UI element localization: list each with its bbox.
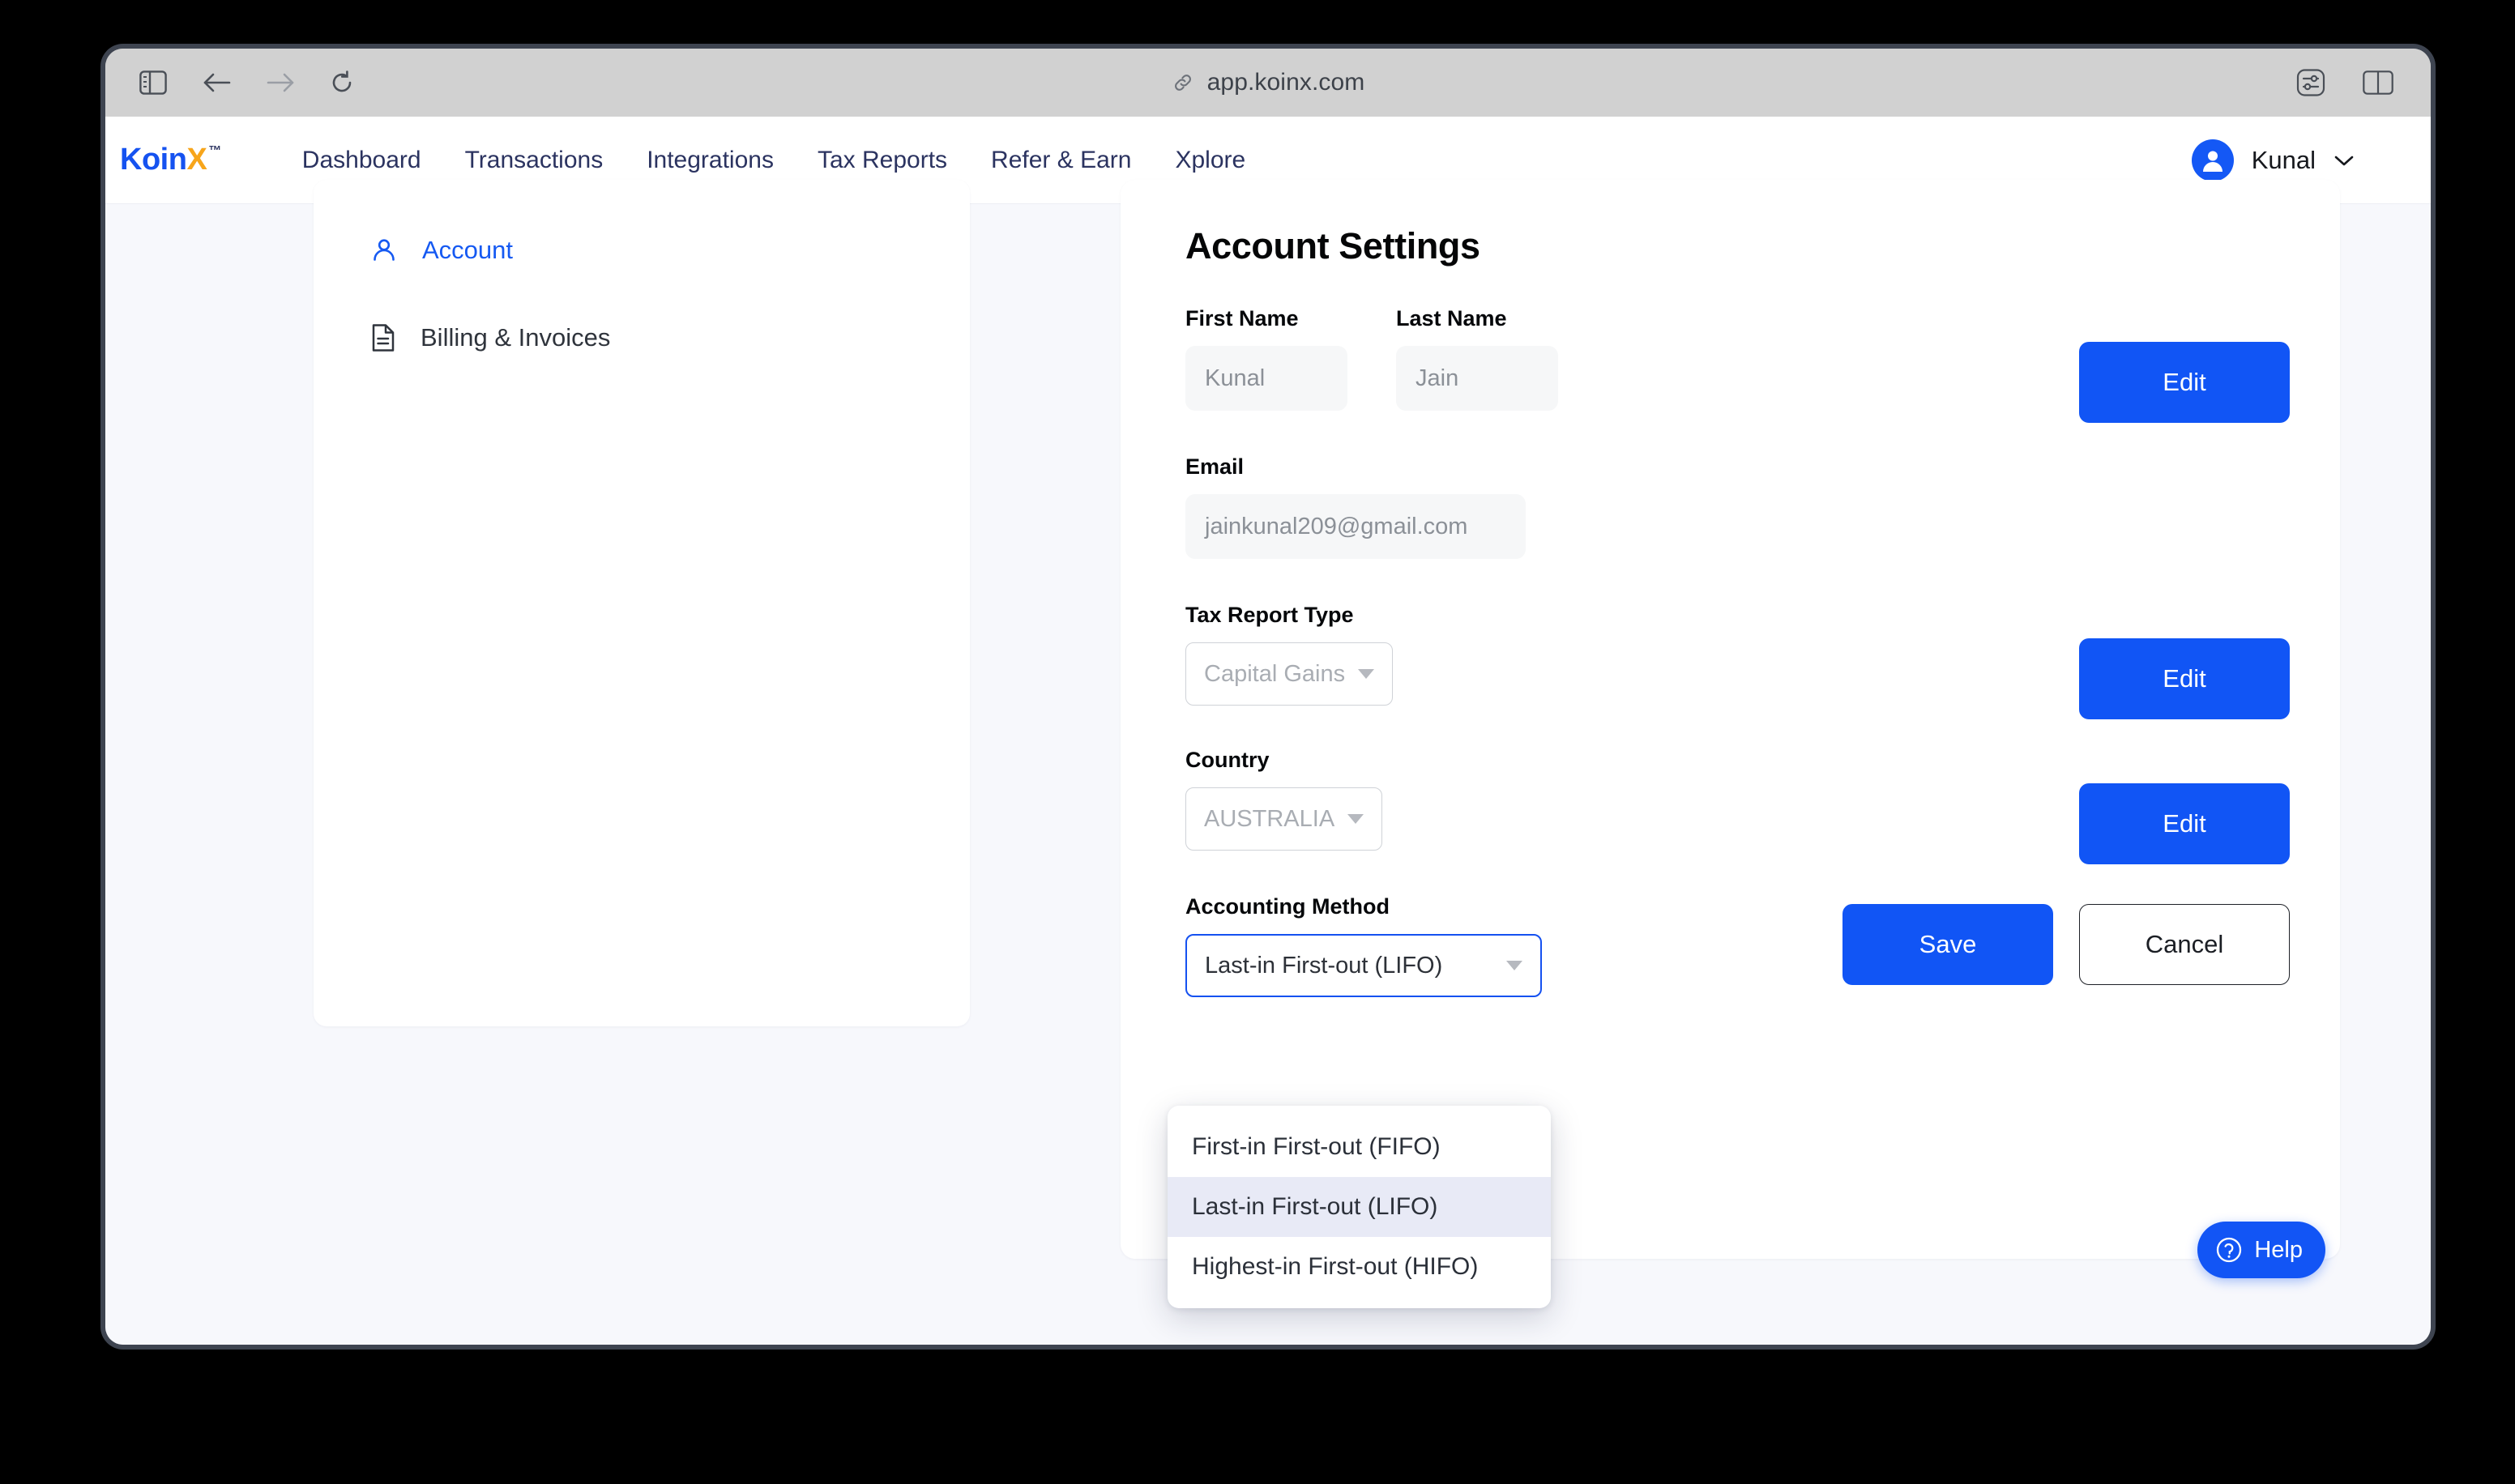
accounting-method-dropdown: First-in First-out (FIFO) Last-in First-… <box>1168 1106 1551 1308</box>
accounting-method-label: Accounting Method <box>1185 894 1542 919</box>
brand-trademark: ™ <box>208 144 221 159</box>
accounting-method-field-group: Accounting Method Last-in First-out (LIF… <box>1185 894 1542 997</box>
dropdown-option-lifo[interactable]: Last-in First-out (LIFO) <box>1168 1177 1551 1237</box>
toolbar-right-controls <box>2296 69 2393 96</box>
accounting-method-select[interactable]: Last-in First-out (LIFO) <box>1185 934 1542 997</box>
last-name-field-group: Last Name Jain <box>1396 306 1558 411</box>
email-field-group: Email jainkunal209@gmail.com <box>1185 454 1526 559</box>
first-name-field-group: First Name Kunal <box>1185 306 1347 411</box>
save-cancel-group: Save Cancel <box>1842 904 2290 985</box>
sidebar-item-account[interactable]: Account <box>314 225 970 275</box>
edit-tax-report-type-button[interactable]: Edit <box>2079 638 2290 719</box>
document-icon <box>370 323 396 352</box>
nav-item-xplore[interactable]: Xplore <box>1175 147 1245 174</box>
browser-window: app.koinx.com <box>105 49 2431 1345</box>
brand-accent-letter: X <box>186 143 207 177</box>
country-row: Country AUSTRALIA Edit <box>1185 748 2290 851</box>
chevron-down-icon <box>1506 961 1522 970</box>
content-area: Account Billing & Invoices <box>105 204 2431 1345</box>
tax-report-type-value: Capital Gains <box>1204 661 1345 688</box>
country-select[interactable]: AUSTRALIA <box>1185 787 1382 851</box>
nav-item-transactions[interactable]: Transactions <box>465 147 604 174</box>
first-name-input[interactable]: Kunal <box>1185 346 1347 411</box>
country-value: AUSTRALIA <box>1204 806 1334 833</box>
chevron-down-icon <box>1347 814 1364 824</box>
sidebar-item-billing-label: Billing & Invoices <box>421 323 610 352</box>
sidebar-toggle-icon[interactable] <box>139 70 167 95</box>
link-icon <box>1172 71 1194 94</box>
save-button[interactable]: Save <box>1842 904 2053 985</box>
nav-item-integrations[interactable]: Integrations <box>647 147 774 174</box>
dropdown-option-fifo[interactable]: First-in First-out (FIFO) <box>1168 1117 1551 1177</box>
tax-report-type-label: Tax Report Type <box>1185 603 1393 628</box>
name-row: First Name Kunal Last Name Jain Edit <box>1185 306 2290 411</box>
chevron-down-icon <box>1358 669 1374 679</box>
chevron-down-icon <box>2334 154 2355 167</box>
nav-item-refer-earn[interactable]: Refer & Earn <box>991 147 1131 174</box>
question-circle-icon <box>2215 1236 2243 1264</box>
help-button-label: Help <box>2254 1237 2303 1264</box>
accounting-method-row: Accounting Method Last-in First-out (LIF… <box>1185 894 2290 997</box>
tab-overview-icon[interactable] <box>2363 70 2393 95</box>
country-label: Country <box>1185 748 1382 773</box>
country-field-group: Country AUSTRALIA <box>1185 748 1382 851</box>
brand-name: Koin <box>120 143 186 177</box>
last-name-input[interactable]: Jain <box>1396 346 1558 411</box>
settings-sidebar: Account Billing & Invoices <box>314 180 970 1026</box>
browser-toolbar: app.koinx.com <box>105 49 2431 117</box>
cancel-button[interactable]: Cancel <box>2079 904 2290 985</box>
first-name-label: First Name <box>1185 306 1347 331</box>
sidebar-item-billing[interactable]: Billing & Invoices <box>314 313 970 363</box>
nav-forward-icon[interactable] <box>266 70 295 95</box>
email-label: Email <box>1185 454 1526 480</box>
page-viewport: KoinX™ Dashboard Transactions Integratio… <box>105 117 2431 1345</box>
page-title: Account Settings <box>1185 225 2290 267</box>
brand-logo[interactable]: KoinX™ <box>120 143 221 177</box>
edit-name-button[interactable]: Edit <box>2079 342 2290 423</box>
user-menu[interactable]: Kunal <box>2192 139 2355 181</box>
dropdown-option-hifo[interactable]: Highest-in First-out (HIFO) <box>1168 1237 1551 1297</box>
url-bar[interactable]: app.koinx.com <box>105 69 2431 96</box>
settings-card: Account Settings First Name Kunal Last N… <box>1121 180 2340 1259</box>
email-input[interactable]: jainkunal209@gmail.com <box>1185 494 1526 559</box>
nav-reload-icon[interactable] <box>329 70 355 96</box>
tax-report-type-row: Tax Report Type Capital Gains Edit <box>1185 603 2290 706</box>
accounting-method-value: Last-in First-out (LIFO) <box>1205 953 1442 979</box>
main-nav: Dashboard Transactions Integrations Tax … <box>302 147 1245 174</box>
avatar <box>2192 139 2234 181</box>
tax-report-type-field-group: Tax Report Type Capital Gains <box>1185 603 1393 706</box>
user-name: Kunal <box>2252 146 2316 175</box>
last-name-label: Last Name <box>1396 306 1558 331</box>
nav-item-dashboard[interactable]: Dashboard <box>302 147 421 174</box>
sidebar-item-account-label: Account <box>422 236 513 265</box>
user-icon <box>370 237 398 264</box>
nav-item-tax-reports[interactable]: Tax Reports <box>818 147 947 174</box>
help-button[interactable]: Help <box>2197 1222 2325 1278</box>
reader-settings-icon[interactable] <box>2296 69 2325 96</box>
email-row: Email jainkunal209@gmail.com <box>1185 454 2290 559</box>
tax-report-type-select[interactable]: Capital Gains <box>1185 642 1393 706</box>
nav-back-icon[interactable] <box>203 70 232 95</box>
edit-country-button[interactable]: Edit <box>2079 783 2290 864</box>
url-text: app.koinx.com <box>1207 69 1365 96</box>
